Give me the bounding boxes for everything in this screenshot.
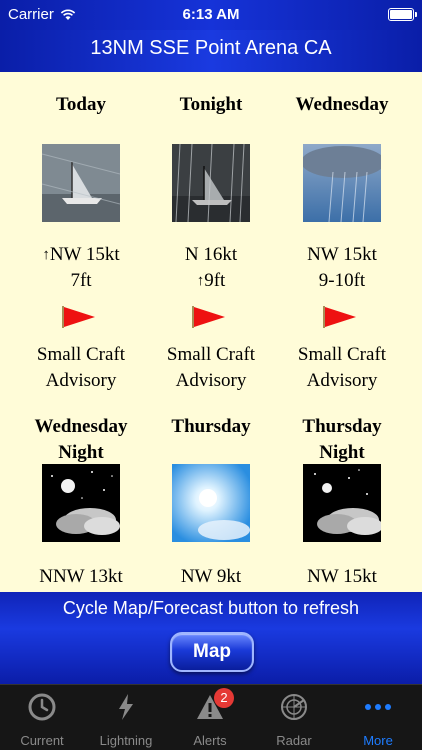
night-cloudy-icon	[42, 464, 120, 542]
period-name: Today	[56, 94, 106, 115]
sailboat-wind-icon	[42, 144, 120, 222]
period-name: Tonight	[179, 94, 243, 115]
advisory-today: Small Craft Advisory	[16, 342, 146, 394]
lightning-icon	[119, 694, 133, 720]
tab-radar[interactable]: Radar	[252, 685, 336, 750]
wind-text: NW 15kt	[49, 244, 120, 265]
tab-label: Alerts	[193, 733, 227, 748]
period-name: Wednesday	[295, 94, 389, 115]
forecast-period-tonight: Tonight	[146, 92, 276, 118]
forecast-period-wednesday: Wednesday	[277, 92, 407, 118]
forecast-conditions-tonight: N 16kt ↑9ft	[146, 242, 276, 294]
more-icon	[365, 704, 391, 710]
period-name: Thursday	[171, 416, 251, 437]
advisory-tonight: Small Craft Advisory	[146, 342, 276, 394]
small-craft-flag-icon	[62, 306, 95, 328]
refresh-panel: Cycle Map/Forecast button to refresh Map	[0, 592, 422, 684]
tab-current[interactable]: Current	[0, 685, 84, 750]
advisory-wednesday: Small Craft Advisory	[277, 342, 407, 394]
clock-icon	[28, 693, 56, 721]
tab-label: Current	[20, 733, 64, 748]
arrow-up-icon: ↑	[42, 247, 50, 263]
period-name: Wednesday	[34, 416, 128, 437]
night-cloudy-icon	[303, 464, 381, 542]
wind-text: NW 15kt	[307, 566, 377, 587]
wave-text: 7ft	[70, 270, 92, 291]
small-craft-flag-icon	[192, 306, 225, 328]
forecast-panel[interactable]: Today Tonight Wednesday ↑NW 15kt 7ft N 1…	[0, 72, 422, 592]
radar-icon	[281, 694, 307, 720]
map-button[interactable]: Map	[170, 632, 254, 672]
forecast-period-wednesday-night: Wednesday Night	[16, 414, 146, 466]
tab-label: Lightning	[99, 733, 153, 748]
wave-text: 9-10ft	[318, 270, 366, 291]
forecast-conditions-wednesday: NW 15kt 9-10ft	[277, 242, 407, 294]
tab-label: Radar	[276, 733, 312, 748]
forecast-conditions-thursday-night: NW 15kt	[277, 564, 407, 590]
status-time: 6:13 AM	[182, 6, 240, 23]
advisory-line: Advisory	[45, 370, 117, 391]
wind-text: NW 9kt	[180, 566, 242, 587]
forecast-period-thursday-night: Thursday Night	[277, 414, 407, 466]
advisory-line: Small Craft	[36, 344, 126, 365]
wind-text: NW 15kt	[307, 244, 377, 265]
forecast-conditions-today: ↑NW 15kt 7ft	[16, 242, 146, 294]
wind-text: NNW 13kt	[39, 566, 123, 587]
wave-text: 9ft	[204, 270, 226, 291]
small-craft-flag-icon	[323, 306, 356, 328]
alerts-badge: 2	[214, 688, 234, 708]
forecast-period-today: Today	[16, 92, 146, 118]
forecast-period-thursday: Thursday	[146, 414, 276, 440]
status-bar: Carrier 6:13 AM	[0, 0, 422, 30]
advisory-line: Advisory	[306, 370, 378, 391]
period-name: Night	[58, 442, 104, 463]
wind-text: N 16kt	[184, 244, 238, 265]
advisory-line: Small Craft	[166, 344, 256, 365]
tab-more[interactable]: More	[336, 685, 420, 750]
sunny-icon	[172, 464, 250, 542]
forecast-conditions-thursday: NW 9kt	[146, 564, 276, 590]
tab-label: More	[363, 733, 393, 748]
battery-icon	[388, 8, 417, 21]
rain-cloud-icon	[303, 144, 381, 222]
refresh-hint: Cycle Map/Forecast button to refresh	[62, 598, 360, 618]
forecast-conditions-wednesday-night: NNW 13kt	[16, 564, 146, 590]
tab-bar: Current Lightning 2 Alerts Radar More	[0, 684, 422, 750]
advisory-line: Small Craft	[297, 344, 387, 365]
tab-alerts[interactable]: 2 Alerts	[168, 685, 252, 750]
tab-lightning[interactable]: Lightning	[84, 685, 168, 750]
period-name: Thursday	[302, 416, 382, 437]
period-name: Night	[319, 442, 365, 463]
sailboat-rain-icon	[172, 144, 250, 222]
advisory-line: Advisory	[175, 370, 247, 391]
location-title: 13NM SSE Point Arena CA	[0, 30, 422, 72]
